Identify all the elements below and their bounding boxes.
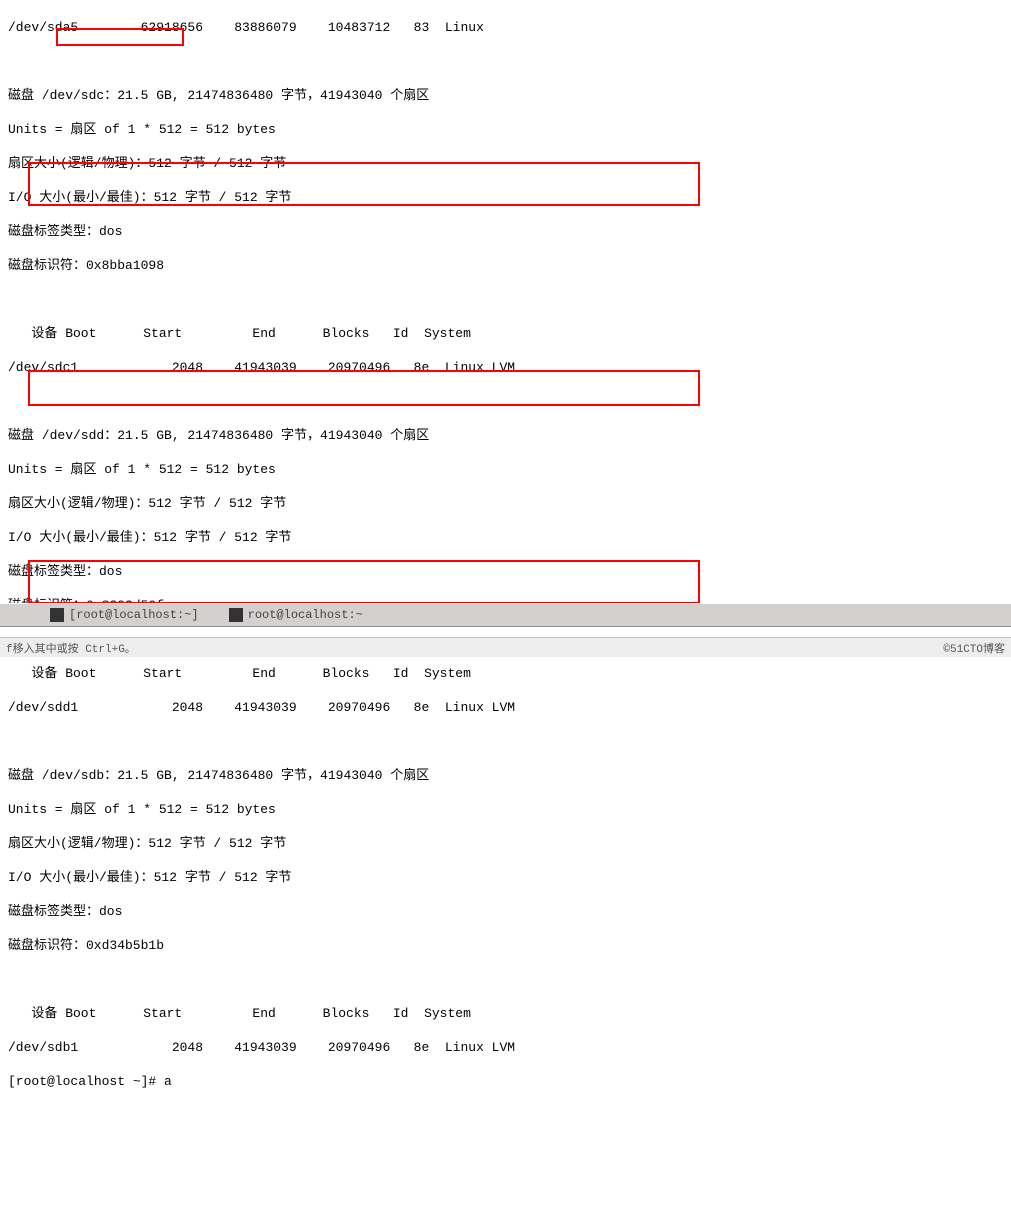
disk-label-sdb: 磁盘标签类型：dos (8, 903, 1003, 920)
taskbar-tab-label: [root@localhost:~] (69, 608, 199, 622)
partition-table-header: 设备 Boot Start End Blocks Id System (8, 325, 1003, 342)
blank-line (8, 53, 1003, 70)
disk-units-sdc: Units = 扇区 of 1 * 512 = 512 bytes (8, 121, 1003, 138)
partition-row-sdd1: /dev/sdd1 2048 41943039 20970496 8e Linu… (8, 699, 1003, 716)
taskbar-tab-label: root@localhost:~ (248, 608, 363, 622)
terminal-icon (229, 608, 243, 622)
partition-row-sda5: /dev/sda5 62918656 83886079 10483712 83 … (8, 19, 1003, 36)
disk-io-sdb: I/O 大小(最小/最佳)：512 字节 / 512 字节 (8, 869, 1003, 886)
disk-id-sdc: 磁盘标识符：0x8bba1098 (8, 257, 1003, 274)
disk-label-sdd: 磁盘标签类型：dos (8, 563, 1003, 580)
disk-sector-sdd: 扇区大小(逻辑/物理)：512 字节 / 512 字节 (8, 495, 1003, 512)
taskbar-tab-terminal-2[interactable]: root@localhost:~ (223, 605, 369, 625)
disk-sector-sdb: 扇区大小(逻辑/物理)：512 字节 / 512 字节 (8, 835, 1003, 852)
terminal-icon (50, 608, 64, 622)
disk-id-sdb: 磁盘标识符：0xd34b5b1b (8, 937, 1003, 954)
blank-line (8, 291, 1003, 308)
blank-line (8, 733, 1003, 750)
partition-row-sdc1: /dev/sdc1 2048 41943039 20970496 8e Linu… (8, 359, 1003, 376)
disk-sector-sdc: 扇区大小(逻辑/物理)：512 字节 / 512 字节 (8, 155, 1003, 172)
blank-line (8, 393, 1003, 410)
taskbar-tab-terminal-1[interactable]: [root@localhost:~] (44, 605, 205, 625)
disk-io-sdd: I/O 大小(最小/最佳)：512 字节 / 512 字节 (8, 529, 1003, 546)
disk-header-sdb: 磁盘 /dev/sdb：21.5 GB, 21474836480 字节，4194… (8, 767, 1003, 784)
taskbar: [root@localhost:~] root@localhost:~ (0, 603, 1011, 627)
statusbar: f移入其中或按 Ctrl+G。 ©51CTO博客 (0, 637, 1011, 657)
disk-io-sdc: I/O 大小(最小/最佳)：512 字节 / 512 字节 (8, 189, 1003, 206)
disk-units-sdb: Units = 扇区 of 1 * 512 = 512 bytes (8, 801, 1003, 818)
blank-line (8, 971, 1003, 988)
partition-table-header: 设备 Boot Start End Blocks Id System (8, 665, 1003, 682)
watermark: ©51CTO博客 (943, 640, 1005, 656)
statusbar-hint: f移入其中或按 Ctrl+G。 (6, 640, 136, 656)
disk-header-sdd: 磁盘 /dev/sdd：21.5 GB, 21474836480 字节，4194… (8, 427, 1003, 444)
disk-header-sdc: 磁盘 /dev/sdc：21.5 GB, 21474836480 字节，4194… (8, 87, 1003, 104)
disk-units-sdd: Units = 扇区 of 1 * 512 = 512 bytes (8, 461, 1003, 478)
partition-table-header: 设备 Boot Start End Blocks Id System (8, 1005, 1003, 1022)
disk-label-sdc: 磁盘标签类型：dos (8, 223, 1003, 240)
shell-prompt[interactable]: [root@localhost ~]# a (8, 1073, 1003, 1090)
partition-row-sdb1: /dev/sdb1 2048 41943039 20970496 8e Linu… (8, 1039, 1003, 1056)
